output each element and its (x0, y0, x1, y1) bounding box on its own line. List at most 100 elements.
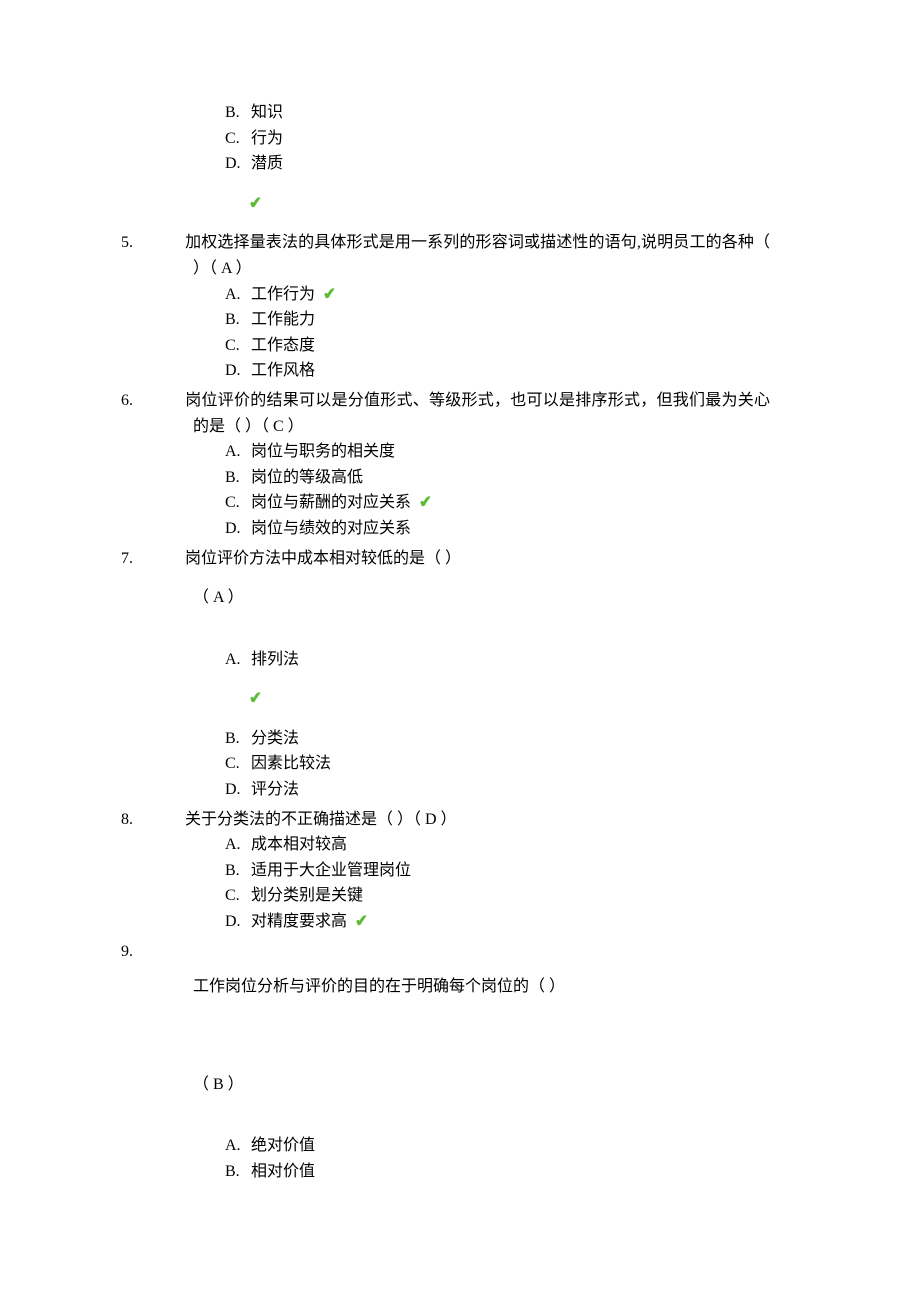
option-8a: A.成本相对较高 (225, 832, 770, 858)
option-letter: C. (225, 751, 251, 777)
question-number: 7. (157, 546, 185, 572)
option-9a: A.绝对价值 (225, 1133, 770, 1159)
option-letter: B. (225, 100, 251, 126)
question-7: 7.岗位评价方法中成本相对较低的是（ ） （ A ） A.排列法 ✔ B.分类法… (145, 546, 770, 803)
option-text: 评分法 (251, 781, 299, 798)
option-letter: C. (225, 126, 251, 152)
option-text: 潜质 (251, 155, 283, 172)
blank-line (145, 1111, 770, 1133)
option-letter: B. (225, 307, 251, 333)
option-5c: C.工作态度 (225, 333, 770, 359)
option-text: 成本相对较高 (251, 836, 347, 853)
option-letter: A. (225, 647, 251, 673)
option-letter: B. (225, 465, 251, 491)
option-7a: A.排列法 (225, 647, 770, 673)
checkmark-icon: ✔ (248, 686, 264, 713)
question-number: 6. (157, 388, 185, 414)
option-6b: B.岗位的等级高低 (225, 465, 770, 491)
q8-options: A.成本相对较高 B.适用于大企业管理岗位 C.划分类别是关键 D.对精度要求高… (145, 832, 770, 934)
question-stem: 8.关于分类法的不正确描述是（ ）（ D ） (145, 807, 770, 833)
option-letter: C. (225, 490, 251, 516)
document-page: B.知识 C.行为 D.潜质 ✔ 5.加权选择量表法的具体形式是用一系列的形容词… (0, 0, 920, 1302)
option-7d: D.评分法 (225, 777, 770, 803)
option-text: 划分类别是关键 (251, 887, 363, 904)
option-5d: D.工作风格 (225, 358, 770, 384)
checkmark-icon: ✔ (322, 281, 338, 308)
q5-options: A.工作行为 ✔ B.工作能力 C.工作态度 D.工作风格 (145, 282, 770, 384)
blank-line (145, 1036, 770, 1058)
question-stem: 9. (145, 939, 770, 965)
option-5a: A.工作行为 ✔ (225, 282, 770, 308)
question-answer: （ A ） (145, 585, 770, 611)
option-letter: D. (225, 516, 251, 542)
question-number: 9. (157, 939, 185, 965)
question-6: 6.岗位评价的结果可以是分值形式、等级形式，也可以是排序形式，但我们最为关心的是… (145, 388, 770, 542)
option-9b: B.相对价值 (225, 1159, 770, 1185)
option-4d: D.潜质 (225, 151, 770, 177)
option-text: 分类法 (251, 730, 299, 747)
option-8d: D.对精度要求高 ✔ (225, 909, 770, 935)
option-letter: D. (225, 909, 251, 935)
option-text: 工作风格 (251, 362, 315, 379)
blank-line (145, 625, 770, 647)
option-4c: C.行为 (225, 126, 770, 152)
checkmark-icon: ✔ (248, 190, 264, 217)
question-stem: 6.岗位评价的结果可以是分值形式、等级形式，也可以是排序形式，但我们最为关心的是… (145, 388, 770, 439)
option-letter: B. (225, 1159, 251, 1185)
question-number: 5. (157, 230, 185, 256)
stem-text: 工作岗位分析与评价的目的在于明确每个岗位的（ ） (145, 974, 770, 1000)
option-text: 知识 (251, 104, 283, 121)
question-8: 8.关于分类法的不正确描述是（ ）（ D ） A.成本相对较高 B.适用于大企业… (145, 807, 770, 935)
option-4b: B.知识 (225, 100, 770, 126)
option-letter: B. (225, 858, 251, 884)
option-letter: D. (225, 151, 251, 177)
option-letter: D. (225, 358, 251, 384)
option-letter: A. (225, 832, 251, 858)
stem-text: 加权选择量表法的具体形式是用一系列的形容词或描述性的语句,说明员工的各种（ ）（… (185, 234, 770, 277)
option-text: 工作态度 (251, 337, 315, 354)
option-6d: D.岗位与绩效的对应关系 (225, 516, 770, 542)
option-letter: A. (225, 282, 251, 308)
option-letter: D. (225, 777, 251, 803)
question-stem: 5.加权选择量表法的具体形式是用一系列的形容词或描述性的语句,说明员工的各种（ … (145, 230, 770, 281)
q7-options: A.排列法 (145, 647, 770, 673)
option-letter: C. (225, 333, 251, 359)
option-6c: C.岗位与薪酬的对应关系 ✔ (225, 490, 770, 516)
option-text: 岗位与绩效的对应关系 (251, 520, 411, 537)
stem-text: 关于分类法的不正确描述是（ ）（ D ） (185, 811, 457, 828)
q7-options-cont: B.分类法 C.因素比较法 D.评分法 (145, 726, 770, 803)
question-number: 8. (157, 807, 185, 833)
q6-options: A.岗位与职务的相关度 B.岗位的等级高低 C.岗位与薪酬的对应关系 ✔ D.岗… (145, 439, 770, 541)
option-text: 适用于大企业管理岗位 (251, 862, 411, 879)
option-letter: C. (225, 883, 251, 909)
blank-line (145, 1014, 770, 1036)
option-8b: B.适用于大企业管理岗位 (225, 858, 770, 884)
checkmark-icon: ✔ (354, 908, 370, 935)
question-9: 9. 工作岗位分析与评价的目的在于明确每个岗位的（ ） （ B ） A.绝对价值… (145, 939, 770, 1185)
question-stem: 7.岗位评价方法中成本相对较低的是（ ） (145, 546, 770, 572)
q4-correct-mark: ✔ (145, 191, 770, 217)
option-text: 排列法 (251, 651, 299, 668)
option-text: 岗位与薪酬的对应关系 (251, 494, 411, 511)
q9-options: A.绝对价值 B.相对价值 (145, 1133, 770, 1184)
option-text: 相对价值 (251, 1163, 315, 1180)
option-7b: B.分类法 (225, 726, 770, 752)
option-text: 工作能力 (251, 311, 315, 328)
option-text: 对精度要求高 (251, 913, 347, 930)
option-text: 因素比较法 (251, 755, 331, 772)
checkmark-icon: ✔ (418, 490, 434, 517)
question-answer: （ B ） (145, 1072, 770, 1098)
option-6a: A.岗位与职务的相关度 (225, 439, 770, 465)
option-letter: B. (225, 726, 251, 752)
option-text: 工作行为 (251, 286, 315, 303)
option-7c: C.因素比较法 (225, 751, 770, 777)
option-text: 绝对价值 (251, 1137, 315, 1154)
q4-options: B.知识 C.行为 D.潜质 (145, 100, 770, 177)
option-5b: B.工作能力 (225, 307, 770, 333)
question-5: 5.加权选择量表法的具体形式是用一系列的形容词或描述性的语句,说明员工的各种（ … (145, 230, 770, 384)
option-8c: C.划分类别是关键 (225, 883, 770, 909)
stem-text: 岗位评价方法中成本相对较低的是（ ） (185, 550, 461, 567)
option-letter: A. (225, 439, 251, 465)
stem-text: 岗位评价的结果可以是分值形式、等级形式，也可以是排序形式，但我们最为关心的是（ … (185, 392, 770, 435)
option-text: 岗位与职务的相关度 (251, 443, 395, 460)
